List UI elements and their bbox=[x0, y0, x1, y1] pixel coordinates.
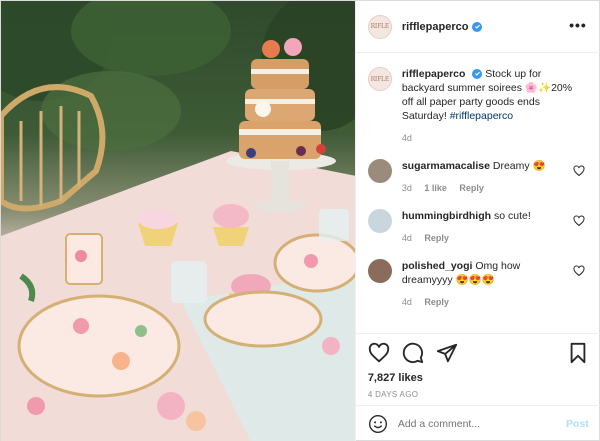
more-options-icon[interactable]: ••• bbox=[569, 18, 587, 32]
post-actions: 7,827 likes 4 DAYS AGO bbox=[355, 333, 600, 405]
comment-like-icon[interactable] bbox=[573, 265, 585, 277]
comment-reply-button[interactable]: Reply bbox=[459, 183, 484, 193]
posted-time[interactable]: 4 DAYS AGO bbox=[368, 390, 589, 399]
post-photo[interactable] bbox=[1, 1, 355, 441]
post-header: RIFLE rifflepaperco ••• bbox=[355, 1, 600, 53]
post-comment-button[interactable]: Post bbox=[566, 418, 589, 430]
caption-username[interactable]: rifflepaperco bbox=[402, 68, 466, 80]
caption-avatar[interactable]: RIFLE bbox=[367, 67, 392, 91]
comment-reply-button[interactable]: Reply bbox=[424, 233, 449, 243]
verified-badge-icon bbox=[472, 21, 483, 32]
likes-count[interactable]: 7,827 likes bbox=[368, 372, 589, 384]
author-username-text[interactable]: rifflepaperco bbox=[402, 21, 469, 33]
comment-item: hummingbirdhigh so cute! 4d Reply bbox=[367, 209, 589, 245]
comment-body: sugarmamacalise Dreamy 😍 3d 1 like Reply bbox=[402, 159, 572, 195]
comment-time[interactable]: 3d bbox=[402, 183, 412, 193]
comment-meta: 3d 1 like Reply bbox=[402, 181, 572, 195]
comment-username[interactable]: polished_yogi bbox=[402, 260, 473, 272]
comment-username[interactable]: sugarmamacalise bbox=[402, 160, 490, 172]
share-paper-plane-icon[interactable] bbox=[436, 342, 458, 364]
emoji-smiley-icon[interactable] bbox=[368, 414, 388, 434]
commenter-avatar[interactable] bbox=[367, 159, 392, 183]
like-heart-icon[interactable] bbox=[368, 342, 390, 364]
commenter-avatar[interactable] bbox=[367, 259, 392, 283]
comment-body: polished_yogi Omg how dreamyyyy 😍😍😍 4d R… bbox=[402, 259, 572, 309]
caption-avatar-logo: RIFLE bbox=[370, 75, 390, 83]
caption-body: rifflepaperco Stock up for backyard summ… bbox=[402, 67, 582, 145]
comment-meta: 4d Reply bbox=[402, 231, 572, 245]
caption-verified-badge-icon bbox=[472, 68, 483, 79]
comments-section: RIFLE rifflepaperco Stock up for backyar… bbox=[356, 53, 600, 333]
caption-time[interactable]: 4d bbox=[402, 133, 412, 143]
post-sidebar: RIFLE rifflepaperco ••• RIFLE rifflepape… bbox=[354, 1, 600, 441]
comment-like-icon[interactable] bbox=[573, 215, 585, 227]
commenter-avatar[interactable] bbox=[367, 209, 392, 233]
comment-time[interactable]: 4d bbox=[402, 233, 412, 243]
comment-like-icon[interactable] bbox=[573, 165, 585, 177]
comment-item: polished_yogi Omg how dreamyyyy 😍😍😍 4d R… bbox=[367, 259, 589, 309]
comment-body: hummingbirdhigh so cute! 4d Reply bbox=[402, 209, 572, 245]
comment-username[interactable]: hummingbirdhigh bbox=[402, 210, 491, 222]
comment-bubble-icon[interactable] bbox=[402, 342, 424, 364]
comment-text: so cute! bbox=[493, 210, 531, 222]
caption-meta: 4d bbox=[402, 131, 582, 145]
author-username[interactable]: rifflepaperco bbox=[402, 21, 483, 33]
instagram-post: RIFLE rifflepaperco ••• RIFLE rifflepape… bbox=[0, 0, 600, 441]
author-avatar[interactable]: RIFLE bbox=[367, 14, 392, 39]
add-comment-input[interactable] bbox=[397, 418, 548, 430]
comment-text: Dreamy 😍 bbox=[492, 160, 546, 172]
action-icons bbox=[368, 334, 589, 372]
caption: RIFLE rifflepaperco Stock up for backyar… bbox=[367, 67, 589, 145]
comment-meta: 4d Reply bbox=[402, 295, 572, 309]
caption-hashtag[interactable]: #rifflepaperco bbox=[450, 110, 513, 122]
comment-item: sugarmamacalise Dreamy 😍 3d 1 like Reply bbox=[367, 159, 589, 195]
author-logo: RIFLE bbox=[370, 23, 390, 30]
comment-likes[interactable]: 1 like bbox=[424, 183, 447, 193]
save-bookmark-icon[interactable] bbox=[567, 342, 589, 364]
party-table-illustration bbox=[1, 1, 355, 441]
add-comment-bar: Post bbox=[355, 405, 600, 441]
comment-time[interactable]: 4d bbox=[402, 297, 412, 307]
comment-reply-button[interactable]: Reply bbox=[424, 297, 449, 307]
